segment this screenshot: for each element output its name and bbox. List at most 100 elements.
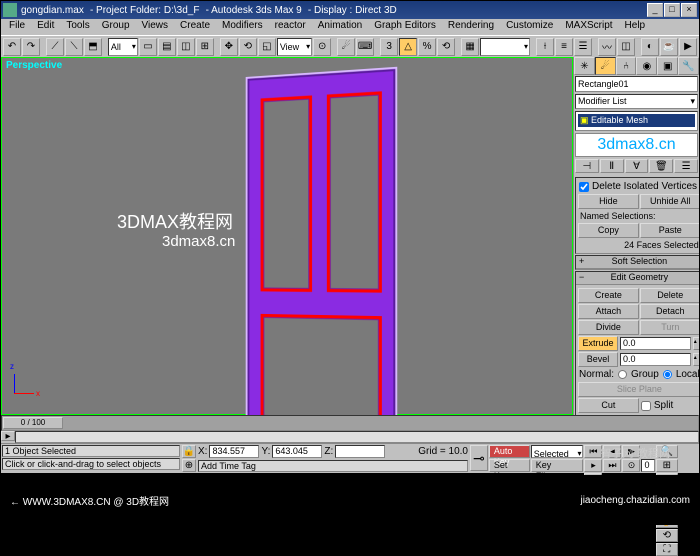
named-sel-button[interactable]: ▦: [461, 38, 479, 56]
selection-filter[interactable]: All: [108, 38, 138, 56]
schematic-button[interactable]: ◫: [617, 38, 635, 56]
percent-snap-button[interactable]: %: [418, 38, 436, 56]
cut-button[interactable]: Cut: [578, 398, 639, 413]
menu-animation[interactable]: Animation: [312, 19, 368, 35]
manipulate-button[interactable]: ☄: [337, 38, 355, 56]
coord-x[interactable]: 834.557: [209, 445, 259, 458]
time-tag[interactable]: Add Time Tag: [198, 460, 468, 472]
coord-y[interactable]: 643.045: [272, 445, 322, 458]
menu-maxscript[interactable]: MAXScript: [559, 19, 618, 35]
close-button[interactable]: ×: [681, 3, 697, 17]
bind-button[interactable]: ⬒: [84, 38, 102, 56]
set-key-icon[interactable]: ⊸: [470, 445, 488, 471]
bevel-spin-up[interactable]: ▴: [693, 353, 699, 366]
lock-selection-icon[interactable]: 🔒: [182, 445, 196, 458]
menu-modifiers[interactable]: Modifiers: [216, 19, 269, 35]
motion-tab[interactable]: ◉: [636, 57, 657, 75]
move-button[interactable]: ✥: [220, 38, 238, 56]
menu-help[interactable]: Help: [619, 19, 652, 35]
rotate-button[interactable]: ⟲: [239, 38, 257, 56]
modifier-stack[interactable]: Editable Mesh: [575, 111, 698, 131]
menu-views[interactable]: Views: [136, 19, 175, 35]
scale-button[interactable]: ◱: [258, 38, 276, 56]
unique-button[interactable]: ∀: [625, 159, 649, 173]
extrude-button[interactable]: Extrude: [578, 336, 618, 351]
display-tab[interactable]: ▣: [657, 57, 678, 75]
stack-item-editable-mesh[interactable]: Editable Mesh: [578, 114, 695, 127]
delete-button[interactable]: Delete: [640, 288, 699, 303]
keyboard-button[interactable]: ⌨: [356, 38, 374, 56]
maximize-viewport-button[interactable]: ⛶: [656, 543, 678, 556]
maximize-button[interactable]: □: [664, 3, 680, 17]
divide-button[interactable]: Divide: [578, 320, 639, 335]
menu-tools[interactable]: Tools: [60, 19, 95, 35]
spinner-snap-button[interactable]: ⟲: [437, 38, 455, 56]
snap-button[interactable]: 3: [380, 38, 398, 56]
quick-render-button[interactable]: ▶: [679, 38, 697, 56]
menu-edit[interactable]: Edit: [31, 19, 60, 35]
layers-button[interactable]: ☰: [574, 38, 592, 56]
detach-button[interactable]: Detach: [640, 304, 699, 319]
undo-button[interactable]: ↶: [3, 38, 21, 56]
abs-rel-toggle[interactable]: ⊕: [182, 459, 196, 472]
copy-button[interactable]: Copy: [578, 223, 639, 238]
split-checkbox[interactable]: [641, 401, 651, 411]
pivot-button[interactable]: ⊙: [313, 38, 331, 56]
auto-key-button[interactable]: Auto Key: [489, 445, 530, 458]
key-filters-button[interactable]: Key Filters...: [531, 459, 584, 472]
edit-geometry-rollout[interactable]: Edit Geometry: [576, 272, 699, 285]
angle-snap-button[interactable]: △: [399, 38, 417, 56]
utilities-tab[interactable]: 🔧: [678, 57, 699, 75]
configure-button[interactable]: ☰: [674, 159, 698, 173]
render-scene-button[interactable]: ☕: [660, 38, 678, 56]
pin-stack-button[interactable]: ⊣: [575, 159, 599, 173]
viewport-perspective[interactable]: Perspective 3DMAX教程网 3dmax8.cn z x: [1, 57, 573, 415]
menu-graph-editors[interactable]: Graph Editors: [368, 19, 442, 35]
track-toggle[interactable]: ▸: [1, 431, 15, 441]
time-slider-handle[interactable]: 0 / 100: [3, 417, 63, 429]
minimize-button[interactable]: _: [647, 3, 663, 17]
turn-button[interactable]: Turn: [640, 320, 699, 335]
hierarchy-tab[interactable]: ⑃: [616, 57, 637, 75]
set-key-button[interactable]: Set Key: [489, 459, 530, 472]
normal-group-radio[interactable]: [618, 370, 627, 379]
delete-isolated-checkbox[interactable]: [579, 182, 589, 192]
remove-mod-button[interactable]: 🗑: [649, 159, 673, 173]
slice-plane-button[interactable]: Slice Plane: [578, 382, 699, 397]
select-button[interactable]: ▭: [139, 38, 157, 56]
track-bar[interactable]: [15, 431, 699, 443]
curve-editor-button[interactable]: 〰: [598, 38, 616, 56]
material-editor-button[interactable]: ◐: [641, 38, 659, 56]
attach-button[interactable]: Attach: [578, 304, 639, 319]
menu-customize[interactable]: Customize: [500, 19, 559, 35]
time-slider[interactable]: 0 / 100: [1, 415, 699, 431]
modifier-list-dropdown[interactable]: Modifier List: [575, 94, 698, 109]
menu-rendering[interactable]: Rendering: [442, 19, 500, 35]
align-button[interactable]: ≡: [555, 38, 573, 56]
extrude-spinner[interactable]: 0.0: [620, 337, 691, 350]
object-name-input[interactable]: [575, 76, 698, 92]
unlink-button[interactable]: ⟍: [65, 38, 83, 56]
soft-selection-rollout[interactable]: Soft Selection: [576, 256, 699, 269]
named-sel-dropdown[interactable]: [480, 38, 530, 56]
paste-button[interactable]: Paste: [640, 223, 699, 238]
key-filter-dropdown[interactable]: Selected: [531, 445, 584, 458]
coord-z[interactable]: [335, 445, 385, 458]
menu-file[interactable]: File: [3, 19, 31, 35]
redo-button[interactable]: ↷: [22, 38, 40, 56]
show-end-button[interactable]: Ⅱ: [600, 159, 624, 173]
menu-group[interactable]: Group: [96, 19, 136, 35]
normal-local-radio[interactable]: [663, 370, 672, 379]
select-region-button[interactable]: ◫: [177, 38, 195, 56]
extrude-spin-up[interactable]: ▴: [693, 337, 699, 350]
create-button[interactable]: Create: [578, 288, 639, 303]
create-tab[interactable]: ✳: [574, 57, 595, 75]
ref-coord-dropdown[interactable]: View: [277, 38, 312, 56]
window-crossing-button[interactable]: ⊞: [196, 38, 214, 56]
link-button[interactable]: ⟋: [46, 38, 64, 56]
unhide-all-button[interactable]: Unhide All: [640, 194, 699, 209]
bevel-spinner[interactable]: 0.0: [620, 353, 691, 366]
select-name-button[interactable]: ▤: [158, 38, 176, 56]
mirror-button[interactable]: ⟊: [536, 38, 554, 56]
menu-create[interactable]: Create: [174, 19, 216, 35]
